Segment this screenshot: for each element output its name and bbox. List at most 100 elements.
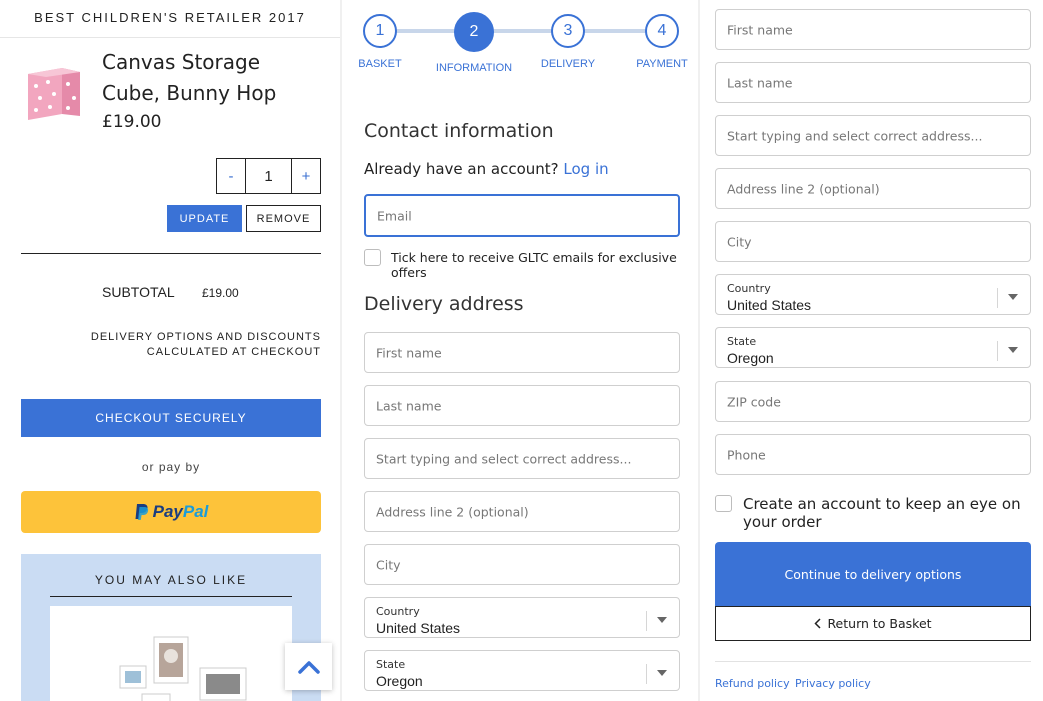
country-label: Country (376, 605, 420, 618)
qty-increase-button[interactable]: + (292, 159, 320, 193)
first-name-placeholder: First name (727, 22, 793, 37)
checkout-securely-button[interactable]: CHECKOUT SECURELY (21, 399, 321, 437)
phone-placeholder: Phone (727, 447, 766, 462)
login-link[interactable]: Log in (563, 160, 608, 178)
select-separator (646, 611, 647, 631)
chevron-down-icon (657, 670, 667, 676)
footer-divider (715, 661, 1031, 662)
step-number: 3 (551, 14, 585, 48)
continue-to-delivery-button[interactable]: Continue to delivery options (715, 542, 1031, 606)
chevron-up-icon (297, 660, 320, 674)
quantity-stepper: - 1 + (216, 158, 321, 194)
paypal-button[interactable]: Pay Pal (21, 491, 321, 533)
address-field[interactable]: Start typing and select correct address.… (364, 438, 680, 479)
state-label: State (727, 335, 757, 348)
subtotal-label: SUBTOTAL (102, 284, 175, 300)
paypal-logo-icon (135, 504, 148, 520)
step-delivery[interactable]: 3 DELIVERY (528, 14, 608, 70)
photo-frames-image (119, 636, 247, 701)
select-separator (997, 341, 998, 361)
offers-checkbox-label: Tick here to receive GLTC emails for exc… (391, 250, 677, 280)
step-number: 1 (363, 14, 397, 48)
address-placeholder: Start typing and select correct address.… (727, 128, 983, 143)
address-line2-placeholder: Address line 2 (optional) (376, 504, 529, 519)
or-pay-by-text: or pay by (141, 460, 201, 474)
step-label: PAYMENT (636, 58, 688, 70)
subtotal-value: £19.00 (202, 286, 239, 300)
address-placeholder: Start typing and select correct address.… (376, 451, 632, 466)
step-label: DELIVERY (540, 58, 596, 70)
scroll-to-top-button[interactable] (285, 643, 332, 690)
recommendations-section: YOU MAY ALSO LIKE (21, 554, 321, 701)
select-separator (646, 664, 647, 684)
refund-policy-link[interactable]: Refund policy (715, 677, 790, 690)
first-name-field[interactable]: First name (715, 9, 1031, 50)
remove-button[interactable]: REMOVE (246, 205, 321, 232)
first-name-placeholder: First name (376, 345, 442, 360)
checkout-information-panel: 1 BASKET 2 INFORMATION 3 DELIVERY 4 PAYM… (342, 0, 698, 701)
create-account-checkbox[interactable] (715, 495, 732, 512)
step-label: INFORMATION (435, 62, 513, 74)
country-label: Country (727, 282, 771, 295)
return-to-basket-label: Return to Basket (827, 616, 932, 631)
country-select[interactable]: Country United States (715, 274, 1031, 315)
step-number: 2 (454, 12, 494, 52)
return-to-basket-button[interactable]: Return to Basket (715, 606, 1031, 641)
zip-code-field[interactable]: ZIP code (715, 381, 1031, 422)
city-field[interactable]: City (364, 544, 680, 585)
last-name-field[interactable]: Last name (715, 62, 1031, 103)
last-name-placeholder: Last name (727, 75, 793, 90)
update-button[interactable]: UPDATE (167, 205, 242, 232)
state-value: Oregon (727, 350, 774, 366)
email-placeholder: Email (377, 208, 412, 223)
chevron-left-icon (814, 618, 821, 629)
state-value: Oregon (376, 673, 423, 689)
product-name[interactable]: Canvas Storage Cube, Bunny Hop (102, 47, 322, 109)
state-select[interactable]: State Oregon (715, 327, 1031, 368)
step-payment[interactable]: 4 PAYMENT (622, 14, 698, 70)
first-name-field[interactable]: First name (364, 332, 680, 373)
email-field[interactable]: Email (364, 194, 680, 237)
retailer-banner: BEST CHILDREN'S RETAILER 2017 (0, 0, 340, 38)
checkout-address-panel: First name Last name Start typing and se… (700, 0, 1043, 701)
chevron-down-icon (1008, 347, 1018, 353)
account-prompt: Already have an account? Log in (364, 160, 609, 178)
step-label: BASKET (358, 58, 402, 70)
privacy-policy-link[interactable]: Privacy policy (795, 677, 871, 690)
delivery-address-heading: Delivery address (364, 293, 524, 315)
recommended-product-image[interactable] (50, 606, 292, 701)
product-thumbnail[interactable] (24, 62, 84, 122)
last-name-field[interactable]: Last name (364, 385, 680, 426)
qty-input[interactable]: 1 (246, 159, 292, 193)
select-separator (997, 288, 998, 308)
city-placeholder: City (727, 234, 752, 249)
contact-heading: Contact information (364, 120, 554, 142)
state-select[interactable]: State Oregon (364, 650, 680, 691)
address-line2-field[interactable]: Address line 2 (optional) (715, 168, 1031, 209)
step-basket[interactable]: 1 BASKET (342, 14, 418, 70)
account-prompt-text: Already have an account? (364, 160, 559, 178)
chevron-down-icon (1008, 294, 1018, 300)
address-field[interactable]: Start typing and select correct address.… (715, 115, 1031, 156)
phone-field[interactable]: Phone (715, 434, 1031, 475)
country-value: United States (727, 297, 812, 313)
chevron-down-icon (657, 617, 667, 623)
recommendations-divider (50, 596, 292, 597)
create-account-label: Create an account to keep an eye on your… (743, 495, 1021, 531)
step-information[interactable]: 2 INFORMATION (424, 12, 524, 74)
address-line2-field[interactable]: Address line 2 (optional) (364, 491, 680, 532)
country-select[interactable]: Country United States (364, 597, 680, 638)
zip-placeholder: ZIP code (727, 394, 781, 409)
city-placeholder: City (376, 557, 401, 572)
country-value: United States (376, 620, 461, 636)
offers-checkbox[interactable] (364, 249, 381, 266)
qty-decrease-button[interactable]: - (217, 159, 246, 193)
product-price: £19.00 (102, 112, 162, 132)
recommendations-title: YOU MAY ALSO LIKE (94, 573, 248, 587)
step-number: 4 (645, 14, 679, 48)
delivery-note: DELIVERY OPTIONS AND DISCOUNTS CALCULATE… (90, 331, 321, 358)
paypal-wordmark-part2: Pal (182, 502, 209, 521)
paypal-wordmark-part1: Pay (152, 502, 183, 521)
city-field[interactable]: City (715, 221, 1031, 262)
basket-panel: BEST CHILDREN'S RETAILER 2017 Canvas Sto… (0, 0, 340, 701)
